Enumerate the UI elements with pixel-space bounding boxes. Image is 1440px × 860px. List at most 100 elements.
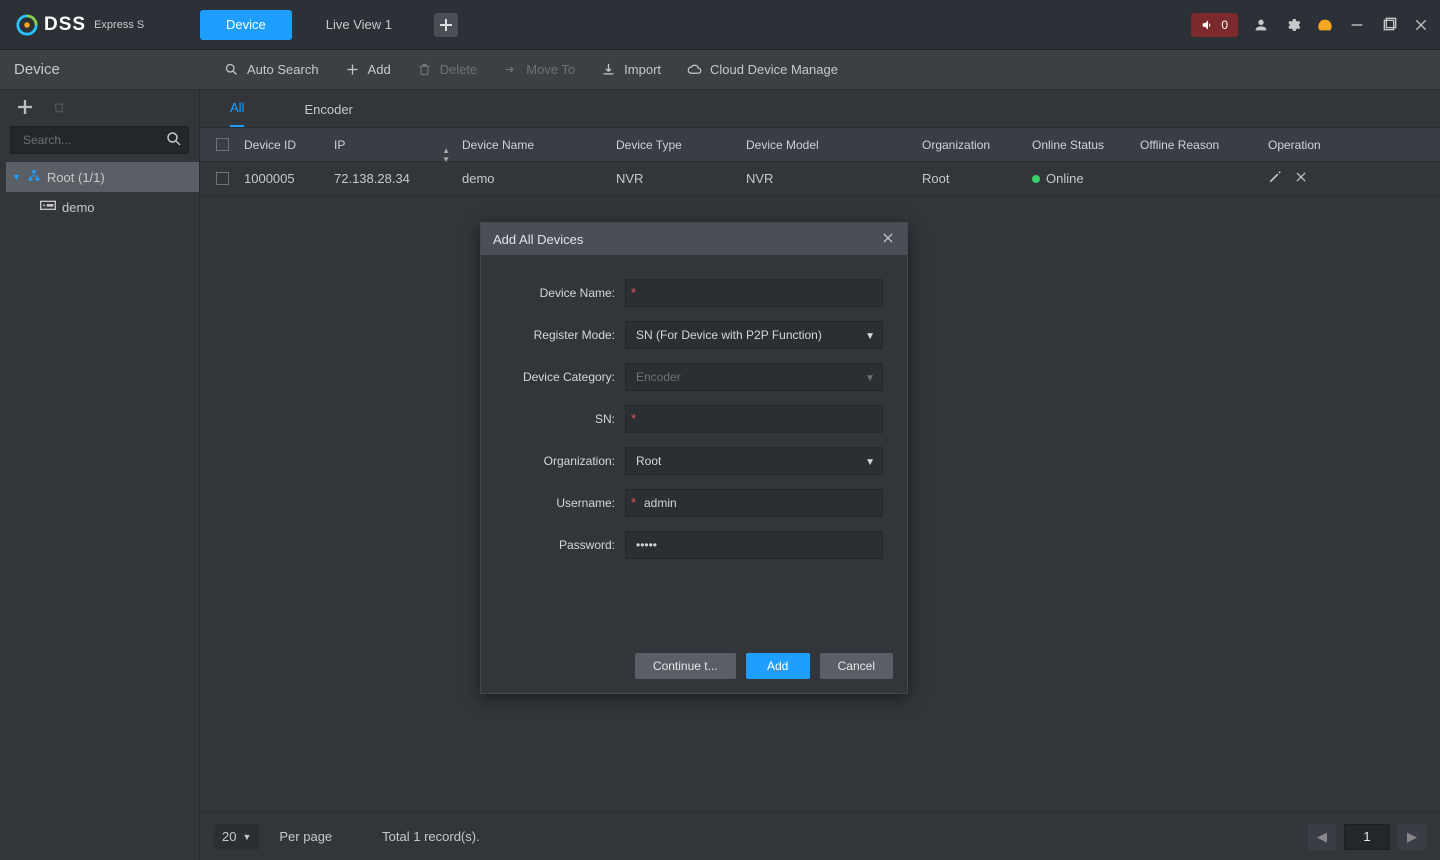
sn-input[interactable] <box>625 405 883 433</box>
device-name-input[interactable] <box>625 279 883 307</box>
import-button[interactable]: Import <box>601 62 661 77</box>
page-next-button[interactable]: ▶ <box>1398 824 1426 850</box>
label-device-name: Device Name: <box>505 286 625 300</box>
cell-ip: 72.138.28.34 <box>334 171 462 186</box>
cell-organization: Root <box>922 171 1032 186</box>
sub-toolbar: Device Auto Search Add Delete Move To Im… <box>0 50 1440 90</box>
per-page-label: Per page <box>279 829 332 844</box>
plus-icon <box>440 19 452 31</box>
move-to-button[interactable]: Move To <box>503 62 575 77</box>
user-icon[interactable] <box>1252 16 1270 34</box>
th-online-status[interactable]: Online Status <box>1032 138 1140 152</box>
sort-icon: ▲▼ <box>442 146 450 164</box>
required-mark: * <box>631 411 636 426</box>
per-page-select[interactable]: 20 ▼ <box>214 824 259 850</box>
cell-device-name: demo <box>462 171 616 186</box>
label-sn: SN: <box>505 412 625 426</box>
th-device-id[interactable]: Device ID <box>244 138 334 152</box>
th-operation[interactable]: Operation <box>1268 138 1440 152</box>
alert-badge[interactable]: 0 <box>1191 13 1238 37</box>
tab-encoder[interactable]: Encoder <box>304 102 352 127</box>
th-organization[interactable]: Organization <box>922 138 1032 152</box>
th-device-model[interactable]: Device Model <box>746 138 922 152</box>
sound-icon <box>1201 18 1215 32</box>
device-icon <box>40 200 56 215</box>
organization-select[interactable]: Root <box>625 447 883 475</box>
label-device-category: Device Category: <box>505 370 625 384</box>
add-devices-dialog: Add All Devices Device Name: * Register … <box>480 222 908 694</box>
add-button[interactable]: Add <box>345 62 391 77</box>
tree-root-label: Root (1/1) <box>47 170 105 185</box>
tab-device[interactable]: Device <box>200 10 292 40</box>
cloud-manage-button[interactable]: Cloud Device Manage <box>687 62 838 77</box>
auto-search-button[interactable]: Auto Search <box>224 62 319 77</box>
plus-icon <box>345 62 360 77</box>
close-icon[interactable] <box>1412 16 1430 34</box>
label-organization: Organization: <box>505 454 625 468</box>
add-tab-button[interactable] <box>434 13 458 37</box>
cell-operation <box>1268 170 1440 187</box>
edit-button[interactable] <box>1268 170 1282 187</box>
continue-button[interactable]: Continue t... <box>635 653 736 679</box>
header-right: 0 <box>1191 13 1430 37</box>
dialog-add-button[interactable]: Add <box>746 653 810 679</box>
cancel-button[interactable]: Cancel <box>820 653 893 679</box>
app-logo: DSS Express S <box>10 14 190 36</box>
table-row[interactable]: 1000005 72.138.28.34 demo NVR NVR Root O… <box>200 162 1440 196</box>
brand-main: DSS <box>44 14 86 36</box>
total-records: Total 1 record(s). <box>382 829 480 844</box>
chevron-down-icon: ▼ <box>12 172 21 182</box>
tree-root[interactable]: ▼ Root (1/1) <box>6 162 199 192</box>
label-username: Username: <box>505 496 625 510</box>
required-mark: * <box>631 285 636 300</box>
header-tabs: Device Live View 1 <box>200 10 458 40</box>
select-all-checkbox[interactable] <box>216 138 229 151</box>
cloud-icon <box>687 62 702 77</box>
cell-online-status: Online <box>1032 171 1140 186</box>
minimize-icon[interactable] <box>1348 16 1366 34</box>
label-password: Password: <box>505 538 625 552</box>
table-header: Device ID IP▲▼ Device Name Device Type D… <box>200 128 1440 162</box>
th-ip[interactable]: IP▲▼ <box>334 138 462 152</box>
th-device-type[interactable]: Device Type <box>616 138 746 152</box>
maximize-icon[interactable] <box>1380 16 1398 34</box>
pagination: 20 ▼ Per page Total 1 record(s). ◀ ▶ <box>200 812 1440 860</box>
cell-device-model: NVR <box>746 171 922 186</box>
trash-icon <box>417 62 432 77</box>
dialog-close-button[interactable] <box>881 231 895 248</box>
move-icon <box>503 62 518 77</box>
brand-sub: Express S <box>94 19 144 31</box>
dialog-title: Add All Devices <box>493 232 583 247</box>
required-mark: * <box>631 495 636 510</box>
delete-button[interactable]: Delete <box>417 62 478 77</box>
cell-device-id: 1000005 <box>244 171 334 186</box>
tab-all[interactable]: All <box>230 100 244 127</box>
import-icon <box>601 62 616 77</box>
gauge-icon[interactable] <box>1316 16 1334 34</box>
username-input[interactable] <box>625 489 883 517</box>
row-delete-button[interactable] <box>1294 170 1308 187</box>
page-prev-button[interactable]: ◀ <box>1308 824 1336 850</box>
search-input[interactable] <box>10 126 189 154</box>
sidebar: ▼ Root (1/1) demo <box>0 90 200 860</box>
delete-org-button[interactable] <box>52 100 66 117</box>
tab-live-view[interactable]: Live View 1 <box>300 10 418 40</box>
row-checkbox[interactable] <box>216 172 229 185</box>
org-icon <box>27 169 41 186</box>
search-icon[interactable] <box>165 130 183 151</box>
app-header: DSS Express S Device Live View 1 0 <box>0 0 1440 50</box>
page-input[interactable] <box>1344 824 1390 850</box>
password-input[interactable] <box>625 531 883 559</box>
device-category-select[interactable]: Encoder <box>625 363 883 391</box>
th-offline-reason[interactable]: Offline Reason <box>1140 138 1268 152</box>
tree-item-demo[interactable]: demo <box>6 192 199 222</box>
add-org-button[interactable] <box>18 100 32 117</box>
register-mode-select[interactable]: SN (For Device with P2P Function) <box>625 321 883 349</box>
th-device-name[interactable]: Device Name <box>462 138 616 152</box>
search-icon <box>224 62 239 77</box>
device-table: Device ID IP▲▼ Device Name Device Type D… <box>200 128 1440 196</box>
gear-icon[interactable] <box>1284 16 1302 34</box>
alert-count: 0 <box>1221 18 1228 32</box>
cell-device-type: NVR <box>616 171 746 186</box>
chevron-down-icon: ▼ <box>242 832 251 842</box>
